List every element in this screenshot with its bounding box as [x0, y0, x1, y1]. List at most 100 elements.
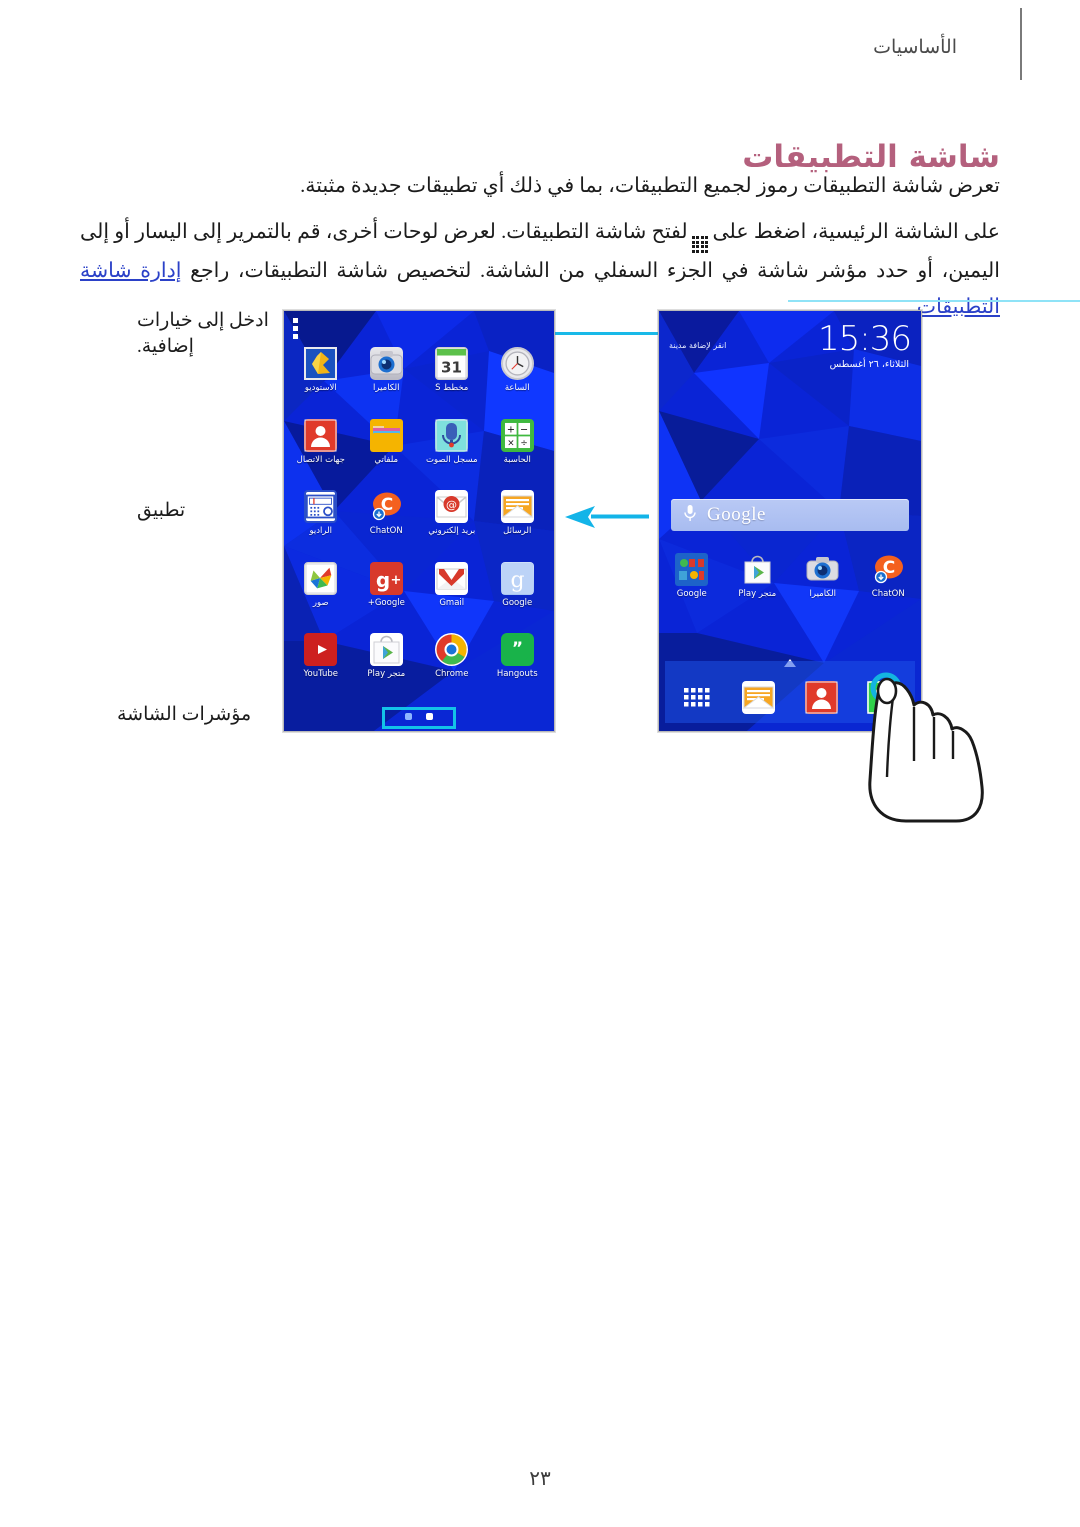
- svg-text:+: +: [390, 573, 401, 588]
- app-label: Google+: [367, 597, 405, 608]
- home-apps-row: C ChatON الكاميرا متجر Play Google: [659, 549, 921, 611]
- home-app-label: متجر Play: [738, 589, 777, 599]
- add-city-label[interactable]: انقر لإضافة مدينة: [669, 341, 726, 350]
- svg-text:”: ”: [512, 639, 523, 659]
- page-number: ٢٣: [529, 1468, 551, 1490]
- app-label: جهات الاتصال: [296, 454, 345, 465]
- app-item[interactable]: الراديو: [288, 486, 354, 558]
- home-app-item[interactable]: متجر Play: [725, 549, 791, 611]
- gallery-icon: [304, 347, 338, 380]
- microphone-icon[interactable]: [683, 504, 697, 527]
- more-options-icon[interactable]: [293, 318, 298, 342]
- voice-recorder-icon: [435, 418, 469, 452]
- app-label: Hangouts: [496, 669, 538, 680]
- chrome-icon: [435, 633, 469, 667]
- photos-icon: [304, 561, 338, 595]
- app-item[interactable]: 31 مخطط S: [419, 343, 485, 415]
- callout-screen-indicators: مؤشرات الشاشة: [117, 704, 252, 725]
- manual-page: الأساسيات شاشة التطبيقات تعرض شاشة التطب…: [0, 0, 1080, 1527]
- left-arrow-icon: [565, 505, 651, 529]
- app-label: Google: [502, 597, 533, 608]
- paragraph-intro: تعرض شاشة التطبيقات رموز لجميع التطبيقات…: [300, 175, 1000, 197]
- app-label: مسجل الصوت: [426, 454, 478, 465]
- svg-text:×: ×: [507, 438, 514, 448]
- contacts-icon: [304, 418, 338, 452]
- apps-screen-topbar: [284, 311, 554, 339]
- svg-text:+: +: [507, 424, 515, 435]
- page-header: الأساسيات: [0, 8, 1080, 80]
- chaton-icon: C: [872, 553, 905, 586]
- clock-icon: [500, 347, 534, 380]
- home-app-label: ChatON: [871, 589, 905, 599]
- svg-text:÷: ÷: [520, 438, 527, 448]
- chaton-icon: C: [370, 490, 403, 523]
- camera-icon: [369, 347, 403, 380]
- app-item[interactable]: ” Hangouts: [485, 629, 551, 701]
- app-item[interactable]: الكاميرا: [354, 343, 420, 415]
- app-item[interactable]: YouTube: [288, 629, 354, 701]
- app-item[interactable]: الاستوديو: [288, 343, 354, 415]
- svg-text:@: @: [446, 499, 457, 512]
- app-label: صور: [312, 597, 329, 608]
- messages-icon: [500, 490, 534, 524]
- app-item[interactable]: + − × ÷ الحاسبة: [485, 415, 551, 487]
- app-label: الرسائل: [503, 526, 532, 537]
- tapping-hand-icon: [848, 655, 1028, 825]
- svg-text:31: 31: [441, 358, 462, 376]
- app-item[interactable]: متجر Play: [354, 629, 420, 701]
- email-icon: @: [435, 490, 469, 524]
- app-item[interactable]: مسجل الصوت: [419, 415, 485, 487]
- app-label: ChatON: [369, 526, 403, 537]
- app-item[interactable]: الساعة: [485, 343, 551, 415]
- clock-time: 15:36: [818, 319, 912, 359]
- app-label: YouTube: [303, 669, 339, 680]
- apps-icon-grid: الساعة 31 مخطط S الكاميرا الاستوديو + − …: [284, 341, 554, 701]
- app-item[interactable]: الرسائل: [485, 486, 551, 558]
- instructions-part-one: على الشاشة الرئيسية، اضغط على: [712, 221, 1001, 243]
- app-item[interactable]: C ChatON: [354, 486, 420, 558]
- app-label: متجر Play: [367, 669, 406, 680]
- svg-text:g: g: [376, 568, 390, 592]
- play-store-icon: [369, 633, 403, 667]
- camera-icon: [806, 553, 839, 586]
- youtube-icon: [304, 633, 338, 667]
- apps-grid-icon: [691, 236, 709, 253]
- google-folder-icon: [675, 553, 709, 586]
- clock-widget[interactable]: 15:36 الثلاثاء، ٢٦ أغسطس انقر لإضافة مدي…: [659, 319, 921, 381]
- app-label: الحاسبة: [503, 454, 531, 465]
- home-app-item[interactable]: C ChatON: [856, 549, 922, 611]
- header-section-label: الأساسيات: [873, 37, 957, 58]
- hangouts-icon: ”: [500, 633, 534, 667]
- google-search-icon: g: [500, 561, 534, 595]
- app-item[interactable]: ملفاتي: [354, 415, 420, 487]
- page-indicators-highlight-box: [382, 707, 456, 729]
- app-item[interactable]: صور: [288, 558, 354, 630]
- home-app-item[interactable]: الكاميرا: [790, 549, 856, 611]
- home-app-label: Google: [676, 589, 707, 599]
- messages-icon[interactable]: [742, 680, 776, 714]
- my-files-icon: [369, 418, 403, 452]
- app-item[interactable]: g + Google+: [354, 558, 420, 630]
- app-item[interactable]: @ بريد إلكتروني: [419, 486, 485, 558]
- header-vertical-rule: [1020, 8, 1022, 80]
- app-item[interactable]: جهات الاتصال: [288, 415, 354, 487]
- google-wordmark: Google: [707, 504, 766, 525]
- app-item[interactable]: Chrome: [419, 629, 485, 701]
- radio-icon: [304, 490, 338, 524]
- home-app-label: الكاميرا: [809, 589, 836, 599]
- app-item[interactable]: g Google: [485, 558, 551, 630]
- google-search-bar[interactable]: Google: [671, 499, 909, 531]
- home-app-item[interactable]: Google: [659, 549, 725, 611]
- leader-line-options-highlight: [788, 300, 1080, 302]
- apps-grid-icon[interactable]: [680, 681, 713, 714]
- app-label: Chrome: [435, 669, 469, 680]
- calculator-icon: + − × ÷: [500, 418, 534, 452]
- app-label: بريد إلكتروني: [428, 526, 476, 537]
- clock-date: الثلاثاء، ٢٦ أغسطس: [829, 359, 909, 370]
- svg-text:g: g: [510, 568, 524, 593]
- contacts-icon[interactable]: [804, 680, 838, 714]
- app-label: الاستوديو: [304, 383, 337, 393]
- play-store-icon: [741, 553, 774, 586]
- app-label: الكاميرا: [373, 383, 400, 393]
- app-item[interactable]: Gmail: [419, 558, 485, 630]
